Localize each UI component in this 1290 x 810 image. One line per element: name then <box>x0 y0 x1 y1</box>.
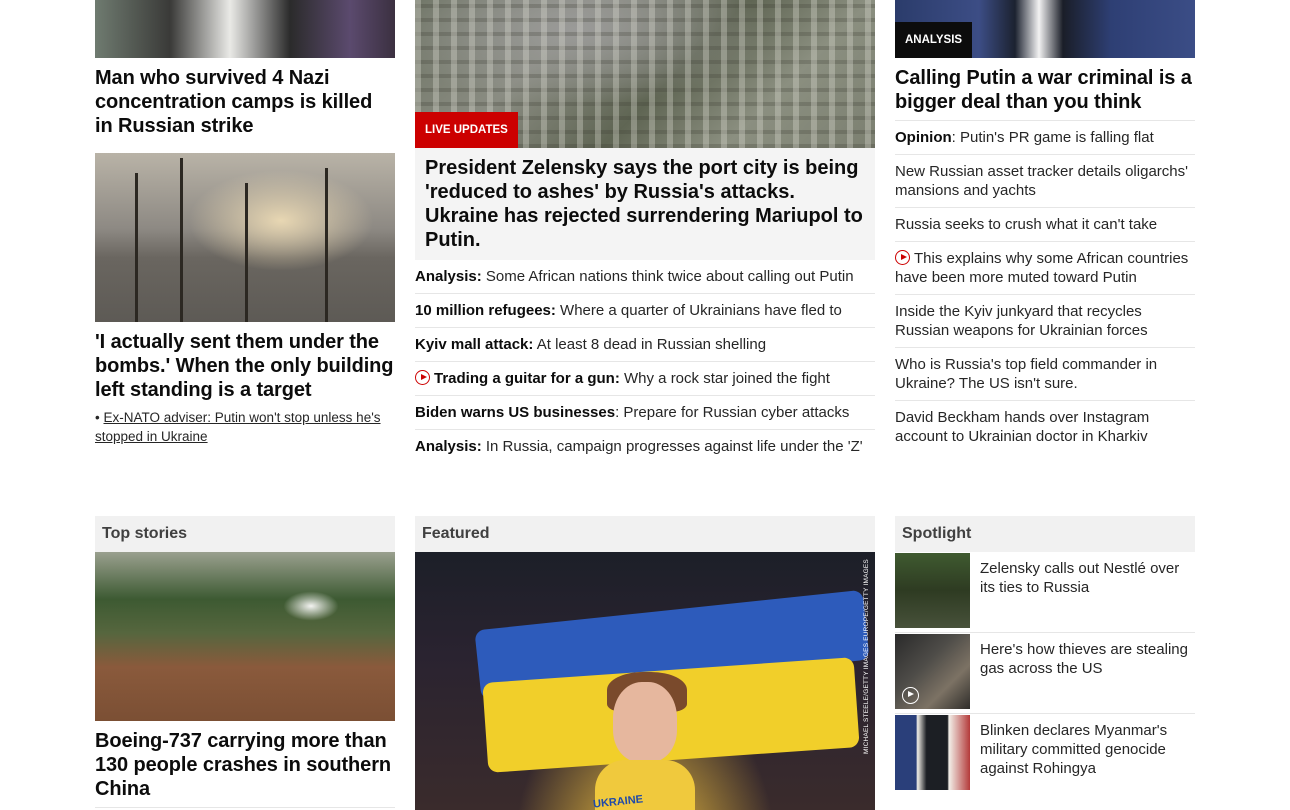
mariupol-theatre-story[interactable]: 'I actually sent them under the bombs.' … <box>95 153 395 402</box>
item-text: Who is Russia's top field commander in U… <box>895 356 1158 392</box>
zelensky-thumbnail[interactable] <box>895 553 970 628</box>
list-item[interactable]: 10 million refugees: Where a quarter of … <box>415 294 875 328</box>
related-stories-list: Analysis: Some African nations think twi… <box>415 260 875 463</box>
list-item[interactable]: New Russian asset tracker details oligar… <box>895 155 1195 208</box>
play-icon <box>895 250 910 265</box>
left-column: Man who survived 4 Nazi concentration ca… <box>95 0 395 446</box>
list-item[interactable]: Analysis: Some African nations think twi… <box>415 260 875 294</box>
item-text: Inside the Kyiv junkyard that recycles R… <box>895 303 1148 339</box>
spotlight-text[interactable]: Here's how thieves are stealing gas acro… <box>980 640 1195 678</box>
item-label: Trading a guitar for a gun: <box>434 370 620 387</box>
item-text: Some African nations think twice about c… <box>481 268 854 285</box>
ukrainian-athlete-photo[interactable]: UKRAINE MICHAEL STEELE/GETTY IMAGES EURO… <box>415 552 875 810</box>
mariupol-satellite-photo[interactable]: LIVE UPDATES <box>415 0 875 148</box>
item-label: Biden warns US businesses <box>415 404 616 421</box>
lead-headline[interactable]: President Zelensky says the port city is… <box>415 148 875 260</box>
plane-crash-photo[interactable] <box>95 552 395 721</box>
item-text: Where a quarter of Ukrainians have fled … <box>555 302 842 319</box>
spotlight-item[interactable]: Blinken declares Myanmar's military comm… <box>895 714 1195 795</box>
headline[interactable]: Calling Putin a war criminal is a bigger… <box>895 66 1195 121</box>
list-item[interactable]: Analysis: In Russia, campaign progresses… <box>415 430 875 463</box>
middle-column: LIVE UPDATES President Zelensky says the… <box>415 0 875 463</box>
spotlight-item[interactable]: Here's how thieves are stealing gas acro… <box>895 633 1195 714</box>
holocaust-survivor-story[interactable]: Man who survived 4 Nazi concentration ca… <box>95 0 395 138</box>
item-text: : Prepare for Russian cyber attacks <box>615 404 850 421</box>
spotlight-text[interactable]: Zelensky calls out Nestlé over its ties … <box>980 559 1195 597</box>
play-icon <box>415 370 430 385</box>
item-text: David Beckham hands over Instagram accou… <box>895 409 1150 445</box>
photo-credit: MICHAEL STEELE/GETTY IMAGES EUROPE/GETTY… <box>863 559 870 754</box>
right-column: ANALYSIS Calling Putin a war criminal is… <box>895 0 1195 453</box>
spotlight-item[interactable]: Zelensky calls out Nestlé over its ties … <box>895 552 1195 633</box>
list-item[interactable]: Biden warns US businesses: Prepare for R… <box>415 396 875 430</box>
bombed-building-photo[interactable] <box>95 153 395 322</box>
item-text: Russia seeks to crush what it can't take <box>895 216 1158 233</box>
list-item[interactable]: Kyiv mall attack: At least 8 dead in Rus… <box>415 328 875 362</box>
related-stories-list: Opinion: Putin's PR game is falling flat… <box>895 121 1195 453</box>
item-label: Analysis: <box>415 438 482 455</box>
list-item[interactable]: Inside the Kyiv junkyard that recycles R… <box>895 295 1195 348</box>
item-text: In Russia, campaign progresses against l… <box>481 438 863 455</box>
top-stories-section: Top stories Boeing-737 carrying more tha… <box>95 516 395 808</box>
live-updates-badge: LIVE UPDATES <box>415 112 518 148</box>
section-title: Spotlight <box>895 516 1195 552</box>
section-title: Featured <box>415 516 875 552</box>
item-text: New Russian asset tracker details oligar… <box>895 163 1188 199</box>
bullet: • <box>95 410 100 425</box>
item-text: Why a rock star joined the fight <box>619 370 830 387</box>
spotlight-section: Spotlight Zelensky calls out Nestlé over… <box>895 516 1195 795</box>
item-label: Kyiv mall attack: <box>415 336 534 353</box>
related-link[interactable]: • Ex-NATO adviser: Putin won't stop unle… <box>95 408 395 446</box>
holocaust-survivor-photo[interactable] <box>95 0 395 58</box>
item-text: : Putin's PR game is falling flat <box>951 129 1154 146</box>
gas-theft-thumbnail[interactable] <box>895 634 970 709</box>
headline[interactable]: 'I actually sent them under the bombs.' … <box>95 330 395 402</box>
list-item[interactable]: Russia seeks to crush what it can't take <box>895 208 1195 242</box>
related-link-text[interactable]: Ex-NATO adviser: Putin won't stop unless… <box>95 410 381 444</box>
spotlight-text[interactable]: Blinken declares Myanmar's military comm… <box>980 721 1195 778</box>
headline[interactable]: Boeing-737 carrying more than 130 people… <box>95 729 395 808</box>
featured-story[interactable]: UKRAINE MICHAEL STEELE/GETTY IMAGES EURO… <box>415 552 875 810</box>
item-label: 10 million refugees: <box>415 302 556 319</box>
list-item[interactable]: This explains why some African countries… <box>895 242 1195 295</box>
play-icon <box>902 687 919 704</box>
putin-analysis-story[interactable]: ANALYSIS Calling Putin a war criminal is… <box>895 0 1195 121</box>
blinken-thumbnail[interactable] <box>895 715 970 790</box>
plane-crash-story[interactable]: Boeing-737 carrying more than 130 people… <box>95 552 395 808</box>
headline[interactable]: Man who survived 4 Nazi concentration ca… <box>95 66 395 138</box>
item-label: Analysis: <box>415 268 482 285</box>
list-item[interactable]: Trading a guitar for a gun: Why a rock s… <box>415 362 875 396</box>
list-item[interactable]: Who is Russia's top field commander in U… <box>895 348 1195 401</box>
biden-photo[interactable]: ANALYSIS <box>895 0 1195 58</box>
item-label: Opinion <box>895 129 952 146</box>
list-item[interactable]: David Beckham hands over Instagram accou… <box>895 401 1195 453</box>
list-item[interactable]: Opinion: Putin's PR game is falling flat <box>895 121 1195 155</box>
featured-section: Featured UKRAINE MICHAEL STEELE/GETTY IM… <box>415 516 875 810</box>
mariupol-lead-story[interactable]: LIVE UPDATES President Zelensky says the… <box>415 0 875 260</box>
analysis-badge: ANALYSIS <box>895 22 973 58</box>
item-text: At least 8 dead in Russian shelling <box>533 336 767 353</box>
section-title: Top stories <box>95 516 395 552</box>
item-text: This explains why some African countries… <box>895 250 1189 286</box>
